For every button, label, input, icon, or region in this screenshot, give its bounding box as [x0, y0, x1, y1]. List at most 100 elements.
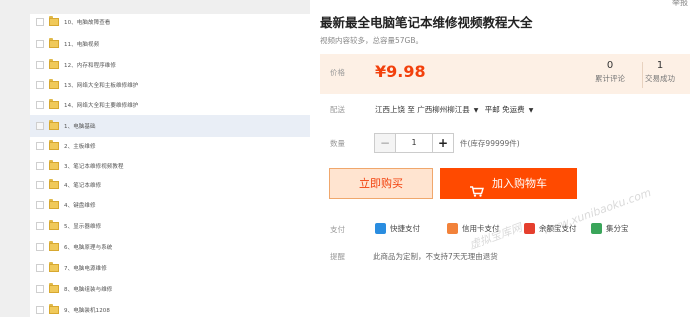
reviews-stat[interactable]: 0 累计评论	[585, 60, 635, 84]
chevron-down-icon[interactable]: ▼	[529, 107, 534, 114]
deals-stat: 1 交易成功	[635, 60, 685, 84]
checkbox	[36, 264, 44, 272]
folder-icon	[49, 179, 59, 189]
quantity-stepper: − 1 +	[374, 133, 454, 153]
jifenbao-icon	[591, 223, 602, 234]
checkbox	[36, 61, 44, 69]
stock-info: 件(库存99999件)	[460, 139, 520, 148]
folder-icon	[49, 199, 59, 209]
list-item-label: 5、显示器维修	[64, 224, 102, 230]
list-item: 2、主板维修	[30, 135, 310, 157]
report-link[interactable]: 举报	[672, 0, 688, 8]
list-item: 4、键盘维修	[30, 194, 310, 216]
price-value: ¥9.98	[375, 62, 426, 81]
checkbox	[36, 81, 44, 89]
checkbox	[36, 142, 44, 150]
shipping-from: 江西上饶 至	[375, 105, 415, 114]
buy-now-button[interactable]: 立即购买	[329, 168, 433, 199]
deals-count: 1	[656, 60, 664, 71]
list-item-label: 6、电脑原理与系统	[64, 245, 113, 251]
yuebao-icon	[524, 223, 535, 234]
quick-pay-icon	[375, 223, 386, 234]
shipping-destination[interactable]: 广西柳州柳江县	[417, 105, 470, 114]
list-item-label: 10、电脑故障查看	[64, 20, 111, 26]
chevron-down-icon[interactable]: ▼	[474, 107, 479, 114]
checkbox	[36, 243, 44, 251]
product-subtitle: 视频内容较多，总容量57GB。	[320, 36, 423, 45]
folder-icon	[49, 38, 59, 48]
price-label: 价格	[330, 68, 345, 77]
list-item-label: 12、内存和程序维修	[64, 63, 116, 69]
shipping-method[interactable]: 平邮 免运费	[485, 105, 525, 114]
list-item: 7、电脑电源维修	[30, 257, 310, 279]
list-item: 1、电脑基础	[30, 115, 310, 137]
list-item-label: 4、笔记本维修	[64, 183, 102, 189]
list-item-label: 3、笔记本维修视频教程	[64, 164, 124, 170]
folder-icon	[49, 304, 59, 314]
cart-icon	[470, 178, 484, 197]
list-item-label: 9、电脑装机1208	[64, 308, 110, 314]
file-list-preview: 10、电脑故障查看 11、电脑视频 12、内存和程序维修 13、网络大全和主板维修维护…	[30, 14, 310, 317]
quantity-increase-button[interactable]: +	[432, 133, 454, 153]
folder-icon	[49, 283, 59, 293]
list-item: 11、电脑视频	[30, 33, 310, 55]
list-item: 4、笔记本维修	[30, 174, 310, 196]
folder-icon	[49, 120, 59, 130]
checkbox	[36, 40, 44, 48]
folder-icon	[49, 241, 59, 251]
checkbox	[36, 122, 44, 130]
checkbox	[36, 306, 44, 314]
reviews-count: 0	[606, 60, 614, 71]
folder-icon	[49, 262, 59, 272]
checkbox	[36, 285, 44, 293]
reviews-label: 累计评论	[595, 74, 625, 83]
tip-label: 提醒	[330, 252, 345, 261]
price-panel: 价格 ¥9.98 0 累计评论 1 交易成功	[320, 54, 690, 94]
list-item: 8、电脑组装与维修	[30, 278, 310, 300]
payment-method[interactable]: 快捷支付	[375, 223, 420, 234]
quantity-input[interactable]: 1	[396, 133, 432, 153]
list-item-label: 2、主板维修	[64, 144, 96, 150]
list-item-label: 4、键盘维修	[64, 203, 96, 209]
payment-method[interactable]: 集分宝	[591, 223, 629, 234]
quantity-label: 数量	[330, 139, 345, 148]
folder-icon	[49, 220, 59, 230]
payment-label: 支付	[330, 225, 345, 234]
list-item: 5、显示器维修	[30, 215, 310, 237]
list-item-label: 8、电脑组装与维修	[64, 287, 113, 293]
folder-icon	[49, 160, 59, 170]
credit-card-icon	[447, 223, 458, 234]
list-item-label: 1、电脑基础	[64, 124, 96, 130]
checkbox	[36, 181, 44, 189]
checkbox	[36, 201, 44, 209]
list-item-label: 7、电脑电源维修	[64, 266, 107, 272]
quantity-decrease-button[interactable]: −	[374, 133, 396, 153]
add-to-cart-label: 加入购物车	[492, 177, 547, 190]
folder-icon	[49, 79, 59, 89]
checkbox	[36, 222, 44, 230]
deals-label: 交易成功	[645, 74, 675, 83]
list-item-label: 13、网络大全和主板维修维护	[64, 83, 139, 89]
checkbox	[36, 162, 44, 170]
shipping-label: 配送	[330, 105, 345, 114]
folder-icon	[49, 140, 59, 150]
add-to-cart-button[interactable]: 加入购物车	[440, 168, 577, 199]
list-item-label: 14、网络大全和主要维修维护	[64, 103, 139, 109]
list-item: 9、电脑装机1208	[30, 299, 310, 321]
product-title: 最新最全电脑笔记本维修视频教程大全	[320, 15, 533, 30]
shipping-info: 江西上饶 至 广西柳州柳江县 ▼ 平邮 免运费 ▼	[375, 104, 537, 115]
list-item: 14、网络大全和主要维修维护	[30, 94, 310, 116]
folder-icon	[49, 99, 59, 109]
payment-method-label: 快捷支付	[390, 224, 420, 233]
checkbox	[36, 18, 44, 26]
tip-text: 此商品为定制，不支持7天无理由退货	[373, 252, 498, 261]
list-item: 13、网络大全和主板维修维护	[30, 74, 310, 96]
product-gallery: 10、电脑故障查看 11、电脑视频 12、内存和程序维修 13、网络大全和主板维修维护…	[0, 0, 310, 317]
list-item: 6、电脑原理与系统	[30, 236, 310, 258]
folder-icon	[49, 16, 59, 26]
folder-icon	[49, 59, 59, 69]
checkbox	[36, 101, 44, 109]
list-item-label: 11、电脑视频	[64, 42, 100, 48]
list-item: 10、电脑故障查看	[30, 11, 310, 33]
list-item: 12、内存和程序维修	[30, 54, 310, 76]
